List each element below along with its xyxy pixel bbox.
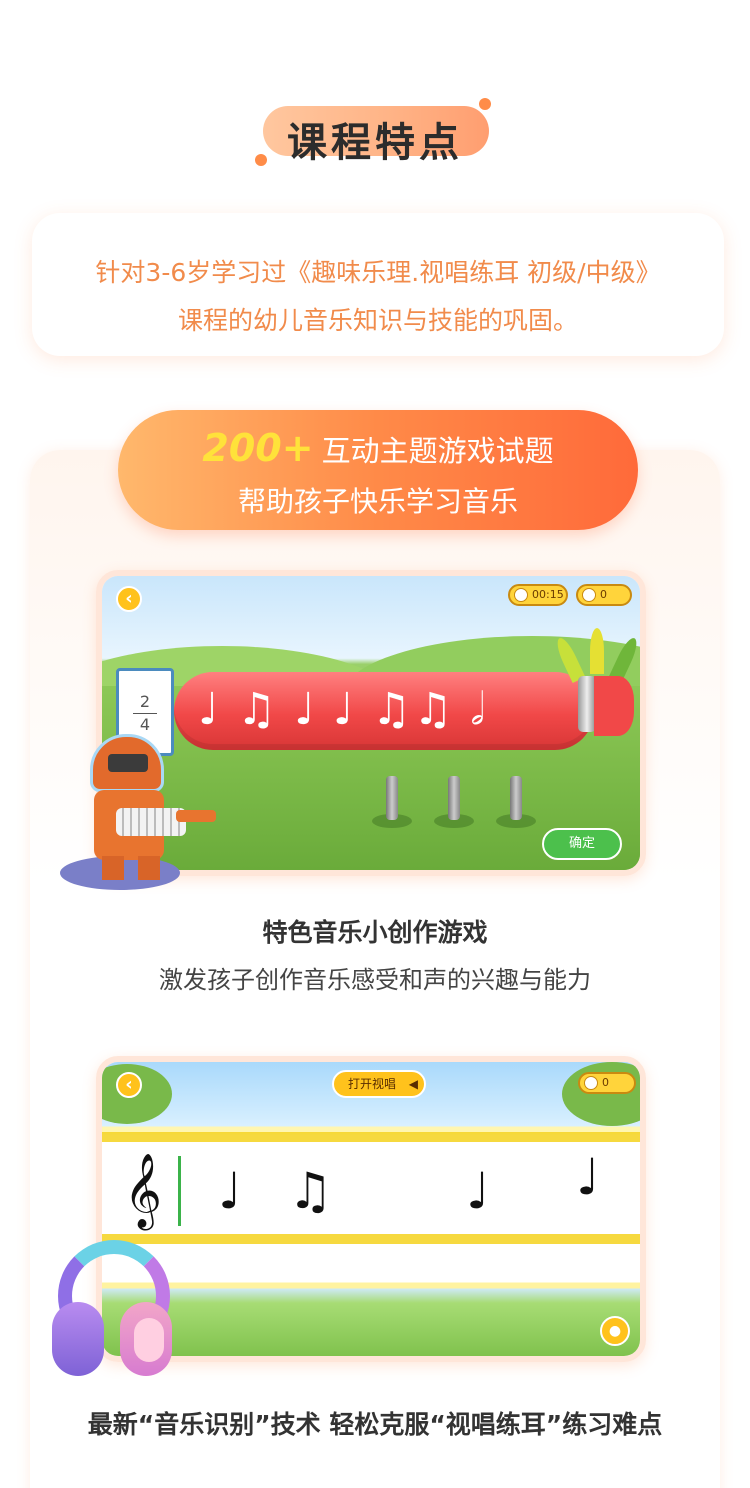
microphone-icon[interactable]: ● xyxy=(600,1316,630,1346)
sing-label: 打开视唱 xyxy=(348,1077,397,1091)
back-button[interactable]: ‹ xyxy=(116,586,142,612)
section-title-badge: 课程特点 xyxy=(255,96,495,172)
yellow-band-bottom xyxy=(102,1234,640,1244)
game1-subtitle: 激发孩子创作音乐感受和声的兴趣与能力 xyxy=(159,966,591,994)
playhead-line xyxy=(178,1156,181,1226)
fence-rail xyxy=(102,1258,640,1266)
description-line-2: 课程的幼儿音乐知识与技能的巩固。 xyxy=(177,306,578,335)
time-signature-top: 2 xyxy=(139,692,151,711)
robot-leg xyxy=(102,856,124,880)
rhythm-post[interactable] xyxy=(448,776,460,820)
game2-caption: 最新“音乐识别”技术 轻松克服“视唱练耳”练习难点 xyxy=(87,1410,663,1439)
fence-post xyxy=(562,1248,570,1278)
game1-title: 特色音乐小创作游戏 xyxy=(262,918,488,947)
promo-banner: 200+ 互动主题游戏试题 帮助孩子快乐学习音乐 xyxy=(118,410,638,530)
rhythm-post[interactable] xyxy=(386,776,398,820)
speaker-icon: ◀ xyxy=(408,1077,418,1091)
fence-post xyxy=(252,1248,260,1278)
note: ♫ xyxy=(288,1162,333,1220)
headphones-icon xyxy=(52,1234,182,1380)
staff-band xyxy=(102,1148,640,1232)
section-title: 课程特点 xyxy=(287,120,463,166)
description-card: 针对3-6岁学习过《趣味乐理.视唱练耳 初级/中级》 课程的幼儿音乐知识与技能的… xyxy=(32,213,724,356)
promo-line-1: 200+ 互动主题游戏试题 xyxy=(118,426,638,470)
timer-chip: 00:15 xyxy=(508,584,568,606)
treble-clef: 𝄞 xyxy=(124,1154,162,1228)
promo-number: 200+ xyxy=(202,426,314,470)
carrot-tip xyxy=(594,676,634,736)
fence-post xyxy=(482,1248,490,1278)
rhythm-notes: ♩ ♫ ♩ ♩ ♫♫ 𝅗𝅥 xyxy=(198,684,487,735)
yellow-band-top xyxy=(102,1132,640,1142)
promo-line-2: 帮助孩子快乐学习音乐 xyxy=(237,485,518,518)
score-value: 0 xyxy=(602,1076,609,1089)
clock-icon xyxy=(514,588,528,602)
promo-line-1-text: 互动主题游戏试题 xyxy=(321,434,554,468)
score-chip: 0 xyxy=(576,584,632,606)
star-icon xyxy=(584,1076,598,1090)
note: ♩ xyxy=(576,1148,600,1206)
ear-pad xyxy=(134,1318,164,1362)
score-chip: 0 xyxy=(578,1072,636,1094)
note: ♩ xyxy=(218,1162,242,1220)
back-button[interactable]: ‹ xyxy=(116,1072,142,1098)
note: ♩ xyxy=(466,1162,490,1220)
star-icon xyxy=(582,588,596,602)
robot-arm xyxy=(176,810,216,822)
decor-dot xyxy=(479,98,491,110)
description-line-1: 针对3-6岁学习过《趣味乐理.视唱练耳 初级/中级》 xyxy=(95,258,661,287)
robot-leg xyxy=(138,856,160,880)
robot-character-icon xyxy=(56,728,236,898)
score-value: 0 xyxy=(600,588,607,601)
timer-value: 00:15 xyxy=(532,588,564,601)
robot-visor xyxy=(108,754,148,772)
confirm-button[interactable]: 确定 xyxy=(542,828,622,860)
rhythm-post[interactable] xyxy=(510,776,522,820)
left-earcup xyxy=(52,1302,104,1376)
carrot-leaf xyxy=(590,628,604,674)
sing-toggle-button[interactable]: 打开视唱 ◀ xyxy=(332,1070,426,1098)
